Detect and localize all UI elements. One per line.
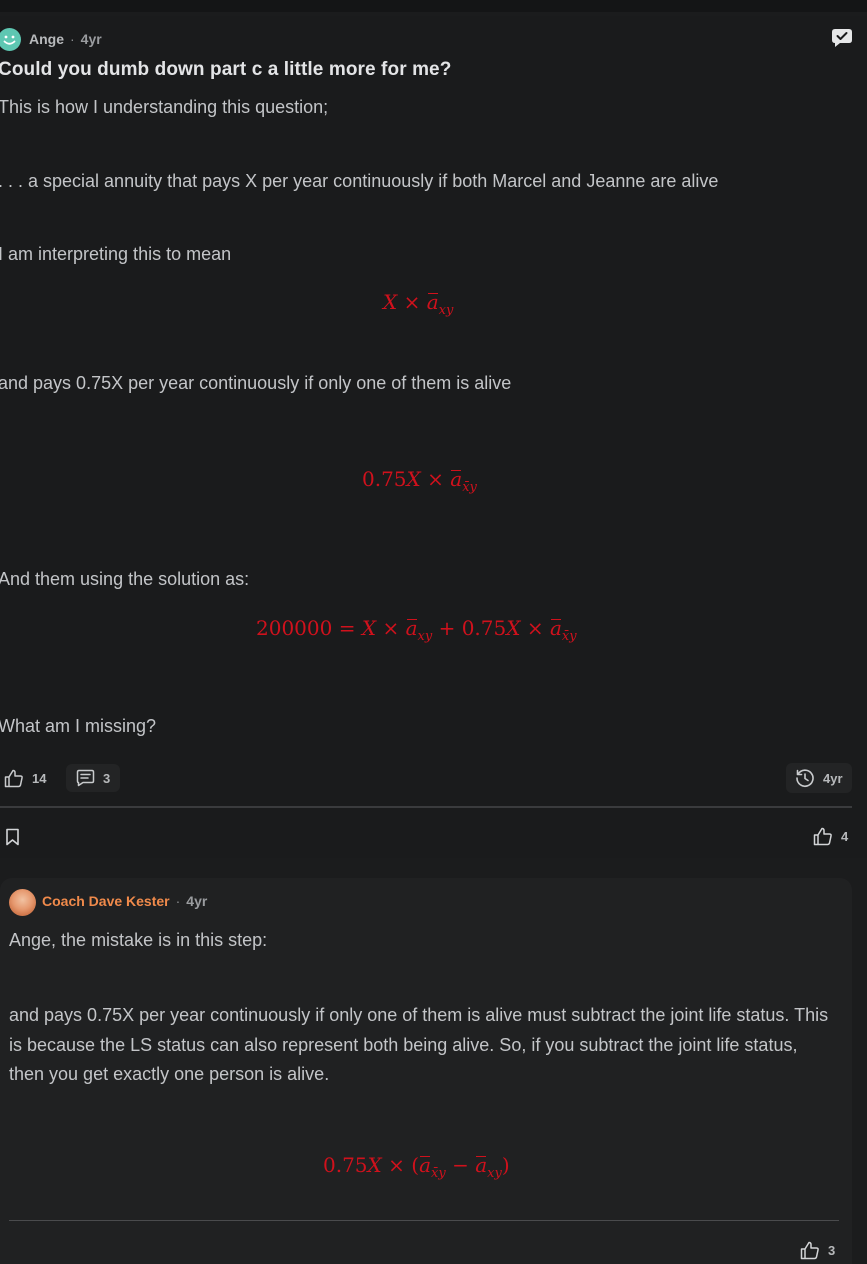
post-quote: . . . a special annuity that pays X per … [0,171,719,191]
post-title: Could you dumb down part c a little more… [0,59,452,80]
comments-button[interactable]: 3 [66,764,121,792]
post-paragraph-5: And them using the solution as: [0,569,250,589]
post-paragraph-1: This is how I understanding this questio… [0,97,329,117]
coach-avatar[interactable] [9,889,36,916]
math-last-survivor: 0.75X × ax̄y [362,467,477,495]
post-meta: Ange · 4yr [29,31,102,47]
reply-chat-icon[interactable] [831,28,853,48]
smiley-icon [3,35,16,45]
like-count: 14 [32,770,47,786]
comment-count: 3 [103,770,111,786]
top-bar [0,0,867,12]
post-time: 4yr [80,31,102,47]
reply-meta: Coach Dave Kester · 4yr [42,893,207,909]
answer-like-count: 4 [841,829,849,844]
history-icon [796,769,814,787]
reply-paragraph-2: and pays 0.75X per year continuously if … [9,1005,829,1084]
thumbs-up-icon [800,1241,819,1260]
answer-like-button[interactable]: 4 [813,827,848,846]
post-paragraph-4: and pays 0.75X per year continuously if … [0,373,512,393]
reply-meta-separator: · [175,893,181,909]
like-button[interactable]: 14 [4,766,46,790]
math-joint-annuity: X × axy [383,290,454,318]
reply-paragraph-1: Ange, the mistake is in this step: [9,930,268,950]
math-reply-correction: 0.75X × (ax̄y − axy) [323,1153,510,1181]
post-paragraph-6: What am I missing? [0,716,157,736]
post-paragraph-3: I am interpreting this to mean [0,244,232,264]
meta-separator: · [70,31,75,47]
comment-icon [76,769,95,787]
reply-time: 4yr [186,893,208,909]
thumbs-up-icon [4,769,23,787]
math-solution-equation: 200000 = X × axy + 0.75X × ax̄y [256,616,577,644]
reply-divider [9,1220,839,1221]
history-time: 4yr [823,770,843,786]
author-avatar[interactable] [0,28,21,51]
reply-like-count: 3 [828,1243,836,1258]
coach-name[interactable]: Coach Dave Kester [42,893,170,909]
bookmark-icon[interactable] [5,828,20,846]
thumbs-up-icon [813,827,832,846]
divider [0,806,852,808]
history-button[interactable]: 4yr [786,763,852,793]
author-name[interactable]: Ange [29,31,64,47]
reply-like-button[interactable]: 3 [800,1241,835,1260]
